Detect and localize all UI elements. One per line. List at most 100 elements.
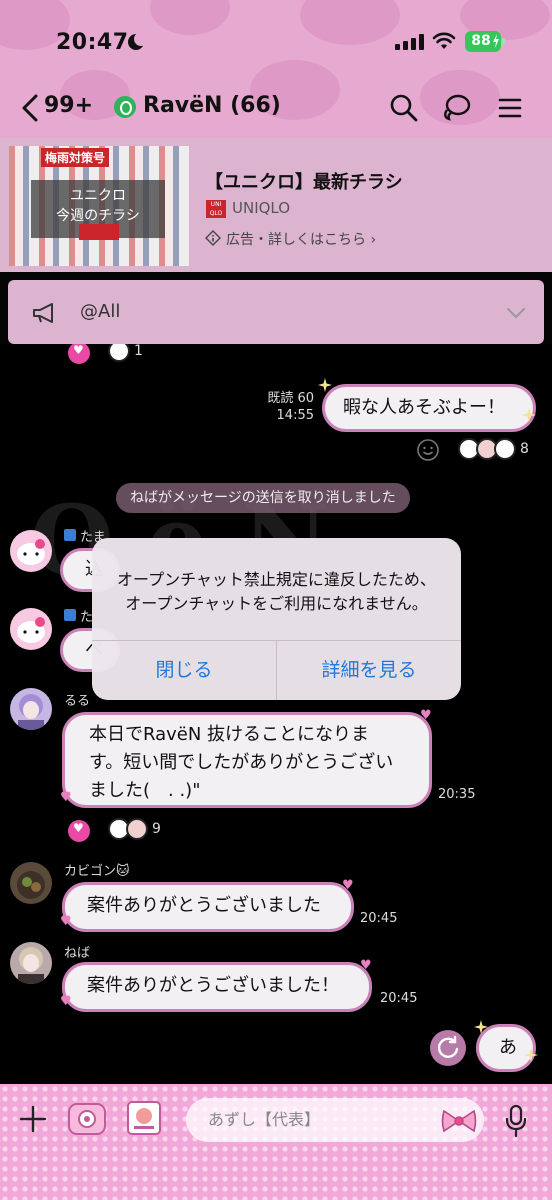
message-meta: 既読 60 14:55 xyxy=(262,390,314,424)
resend-button[interactable] xyxy=(430,1030,466,1066)
reaction-row[interactable]: 9 xyxy=(68,816,178,844)
heart-decoration-icon: ♥ xyxy=(420,708,432,723)
sender-name: た xyxy=(64,606,93,625)
camera-icon[interactable] xyxy=(66,1098,108,1138)
megaphone-icon xyxy=(33,303,53,323)
microphone-icon[interactable] xyxy=(504,1104,528,1138)
room-title[interactable]: RavëN (66) xyxy=(143,93,281,118)
retry-icon xyxy=(437,1035,459,1058)
message-bubble[interactable]: 案件ありがとうございました！ xyxy=(62,962,372,1012)
avatar[interactable] xyxy=(10,862,52,904)
skull-reaction-icon xyxy=(108,344,130,362)
shocked-reaction-icon xyxy=(126,818,148,840)
search-icon[interactable] xyxy=(388,92,420,124)
message-time: 20:35 xyxy=(438,787,476,802)
ad-banner[interactable]: 梅雨対策号 ユニクロ 今週のチラシ 【ユニクロ】最新チラシ UNI QLO UNI… xyxy=(0,138,552,272)
close-button[interactable]: 閉じる xyxy=(92,640,276,700)
cell-signal-icon xyxy=(395,34,425,50)
battery-level: 88 xyxy=(471,33,491,49)
message-text: 案件ありがとうございました！ xyxy=(87,975,339,996)
announcement-bar[interactable]: @All xyxy=(8,280,544,344)
ad-title[interactable]: 【ユニクロ】最新チラシ xyxy=(205,168,403,194)
message-time: 20:45 xyxy=(360,911,398,926)
message-text: あ xyxy=(499,1037,517,1058)
avatar[interactable] xyxy=(10,942,52,984)
add-reaction-icon[interactable] xyxy=(416,438,440,462)
chat-screen: 20:47 88 99+ RavëN (66) 梅雨対策号 ユニクロ 今週のチラ… xyxy=(0,0,552,1200)
header: 20:47 88 99+ RavëN (66) xyxy=(0,0,552,142)
details-button[interactable]: 詳細を見る xyxy=(277,640,461,700)
hello-kitty-avatar-icon xyxy=(17,539,45,565)
reaction-row[interactable]: 8 xyxy=(416,436,536,464)
pin-icon xyxy=(64,609,76,621)
chevron-down-icon[interactable] xyxy=(506,306,526,320)
message-text: 案件ありがとうございました xyxy=(87,895,321,916)
alert-line: オープンチャット禁止規定に違反したため、 xyxy=(117,570,436,589)
avatar[interactable] xyxy=(10,530,52,572)
announcement-text: @All xyxy=(80,301,121,322)
reaction-count: 1 xyxy=(134,344,143,359)
menu-icon[interactable] xyxy=(494,92,526,124)
smirk-reaction-icon xyxy=(494,438,516,460)
heart-decoration-icon: ♥ xyxy=(60,790,72,805)
unread-count[interactable]: 99+ xyxy=(44,93,93,118)
heart-reaction-icon[interactable] xyxy=(68,344,90,364)
reaction-count: 8 xyxy=(520,441,529,457)
message-bubble[interactable]: 本日でRavëN 抜けることになりま す。短い間でしたがありがとうござい ました… xyxy=(62,712,432,808)
charging-bolt-icon xyxy=(493,34,499,48)
message-line: す。短い間でしたがありがとうござい xyxy=(89,752,394,773)
own-message-bubble[interactable]: 暇な人あそぶよー！ xyxy=(322,384,536,432)
input-bar: あずし【代表】 xyxy=(0,1084,552,1200)
message-bubble[interactable]: 案件ありがとうございました xyxy=(62,882,354,932)
message-time: 14:55 xyxy=(276,408,314,423)
moon-icon xyxy=(128,32,148,50)
status-time: 20:47 xyxy=(56,30,129,55)
sparkle-icon xyxy=(474,1020,488,1034)
message-line: ました( . .)" xyxy=(89,780,201,801)
reaction-row[interactable]: 1 xyxy=(68,344,158,366)
emoji-bow-icon[interactable] xyxy=(440,1108,478,1134)
heart-decoration-icon: ♥ xyxy=(60,914,72,929)
wifi-icon xyxy=(432,32,456,49)
heart-reaction-icon[interactable] xyxy=(68,820,90,842)
ad-details-link[interactable]: 広告・詳しくはこちら › xyxy=(226,229,376,249)
message-list[interactable]: O ë N 1 既読 60 14:55 暇な人あそぶよー！ 8 xyxy=(0,344,552,1084)
sparkle-icon xyxy=(524,1048,538,1062)
sender-name: ねば xyxy=(64,946,91,961)
uniqlo-logo xyxy=(79,224,119,240)
plus-icon[interactable] xyxy=(18,1104,48,1134)
uniqlo-logo-icon: UNI QLO xyxy=(206,200,226,218)
ad-thumb-line1: ユニクロ xyxy=(70,188,126,204)
sparkle-icon xyxy=(318,378,332,392)
chat-bubbles-icon[interactable] xyxy=(441,92,473,124)
message-text: 暇な人あそぶよー！ xyxy=(343,397,505,418)
message-time: 20:45 xyxy=(380,991,418,1006)
image-icon[interactable] xyxy=(124,1098,164,1138)
ad-thumb-tag: 梅雨対策号 xyxy=(41,148,110,167)
nav-bar: 99+ RavëN (66) xyxy=(0,86,552,130)
openchat-icon xyxy=(114,96,136,118)
anime-avatar-icon xyxy=(18,947,44,984)
ad-info-icon xyxy=(205,230,221,246)
heart-decoration-icon: ♥ xyxy=(360,958,372,973)
food-avatar-icon xyxy=(17,871,45,899)
avatar[interactable] xyxy=(10,608,52,650)
battery-indicator: 88 xyxy=(465,31,505,52)
heart-decoration-icon: ♥ xyxy=(342,878,354,893)
ad-thumbnail[interactable]: 梅雨対策号 ユニクロ 今週のチラシ xyxy=(9,146,189,266)
sender-name: カビゴン🐱 xyxy=(64,864,130,879)
avatar[interactable] xyxy=(10,688,52,730)
anime-avatar-icon xyxy=(18,694,44,730)
reaction-count: 9 xyxy=(152,821,161,837)
alert-line: オープンチャットをご利用になれません。 xyxy=(125,594,428,613)
sparkle-icon xyxy=(522,408,536,422)
ad-brand: UNIQLO xyxy=(232,199,291,217)
system-message: ねばがメッセージの送信を取り消しました xyxy=(116,483,410,513)
sender-name: るる xyxy=(64,694,91,709)
ad-thumb-line2: 今週のチラシ xyxy=(56,208,140,224)
heart-decoration-icon: ♥ xyxy=(60,994,72,1009)
alert-message: オープンチャット禁止規定に違反したため、 オープンチャットをご利用になれません。 xyxy=(108,568,445,616)
message-line: 本日でRavëN 抜けることになりま xyxy=(89,724,370,745)
hello-kitty-avatar-icon xyxy=(17,617,45,643)
read-count: 既読 60 xyxy=(267,391,314,406)
